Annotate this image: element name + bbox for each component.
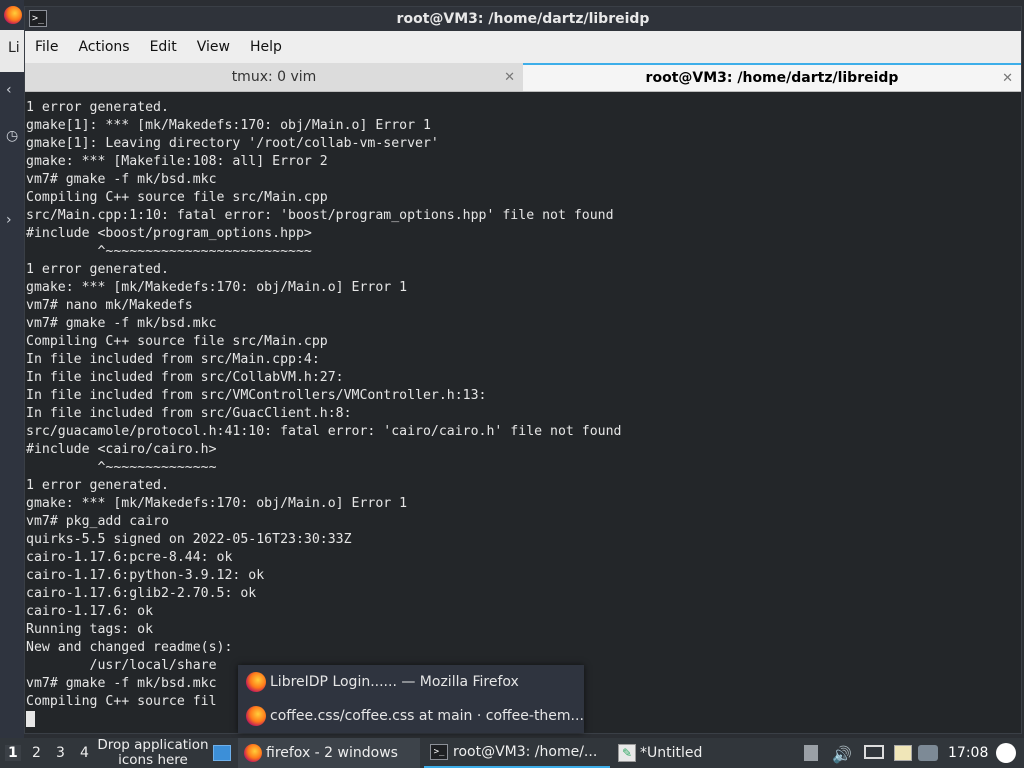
task-untitled-editor[interactable]: ✎ *Untitled — [612, 738, 762, 768]
workspace-4[interactable]: 4 — [80, 745, 89, 761]
firefox-icon — [244, 744, 262, 762]
terminal-line: #include <boost/program_options.hpp> — [26, 226, 312, 241]
clock[interactable]: 17:08 — [948, 745, 988, 761]
terminal-window: >_ root@VM3: /home/dartz/libreidp File A… — [24, 6, 1022, 734]
task-label: root@VM3: /home/... — [453, 744, 598, 760]
terminal-output[interactable]: 1 error generated. gmake[1]: *** [mk/Make… — [25, 97, 1021, 733]
terminal-line: quirks-5.5 signed on 2022-05-16T23:30:33… — [26, 532, 352, 547]
terminal-line: 1 error generated. — [26, 262, 169, 277]
desktop-left-panel: Li ◷ ‹ › — [0, 0, 24, 738]
volume-icon[interactable]: 🔊 — [832, 745, 852, 764]
terminal-line: 1 error generated. — [26, 100, 169, 115]
terminal-line: New and changed readme(s): — [26, 640, 233, 655]
close-icon[interactable]: ✕ — [1002, 65, 1013, 92]
terminal-line: gmake: *** [mk/Makedefs:170: obj/Main.o]… — [26, 496, 408, 511]
chevron-left-icon: ‹ — [6, 82, 12, 98]
window-titlebar[interactable]: >_ root@VM3: /home/dartz/libreidp — [25, 7, 1021, 31]
terminal-line: ^~~~~~~~~~~~~~~~~~~~~~~~~~~ — [26, 244, 312, 259]
notes-icon[interactable] — [894, 745, 912, 761]
terminal-line: vm7# gmake -f mk/bsd.mkc — [26, 172, 217, 187]
menu-view[interactable]: View — [187, 39, 240, 55]
task-label: firefox - 2 windows — [266, 745, 398, 761]
close-icon[interactable]: ✕ — [504, 63, 515, 92]
show-desktop-icon[interactable] — [213, 745, 231, 761]
terminal-line: src/guacamole/protocol.h:41:10: fatal er… — [26, 424, 622, 439]
workspace-1[interactable]: 1 — [5, 745, 21, 761]
menu-file[interactable]: File — [25, 39, 68, 55]
quicklaunch-drop-hint: Drop application icons here — [97, 737, 209, 768]
terminal-line: cairo-1.17.6:glib2-2.70.5: ok — [26, 586, 257, 601]
terminal-line: In file included from src/VMControllers/… — [26, 388, 487, 403]
terminal-line: Compiling C++ source file src/Main.cpp — [26, 334, 328, 349]
menu-edit[interactable]: Edit — [140, 39, 187, 55]
terminal-line: ^~~~~~~~~~~~~~~ — [26, 460, 217, 475]
clipboard-icon[interactable] — [804, 745, 818, 761]
terminal-line: gmake[1]: Leaving directory '/root/colla… — [26, 136, 439, 151]
firefox-icon — [246, 672, 266, 692]
popup-item-libreidp[interactable]: LibreIDP Login...... — Mozilla Firefox — [238, 665, 584, 699]
task-terminal[interactable]: >_ root@VM3: /home/... — [424, 738, 610, 768]
notification-icon[interactable] — [918, 745, 938, 761]
taskbar-window-list-popup: LibreIDP Login...... — Mozilla Firefox c… — [238, 665, 584, 733]
firefox-icon — [246, 706, 266, 726]
terminal-line: 1 error generated. — [26, 478, 169, 493]
workspace-3[interactable]: 3 — [56, 745, 65, 761]
terminal-line: In file included from src/Main.cpp:4: — [26, 352, 320, 367]
terminal-line: vm7# nano mk/Makedefs — [26, 298, 193, 313]
taskbar: 1 2 3 4 Drop application icons here fire… — [0, 738, 1024, 768]
clock-icon: ◷ — [6, 128, 19, 144]
popup-item-label: LibreIDP Login...... — Mozilla Firefox — [270, 674, 519, 690]
terminal-line: gmake: *** [Makefile:108: all] Error 2 — [26, 154, 328, 169]
terminal-line: Compiling C++ source file src/Main.cpp — [26, 190, 328, 205]
background-window-strip[interactable]: Li — [0, 30, 24, 72]
terminal-line: src/Main.cpp:1:10: fatal error: 'boost/p… — [26, 208, 614, 223]
terminal-line: vm7# pkg_add cairo — [26, 514, 169, 529]
terminal-icon: >_ — [430, 744, 448, 760]
terminal-line: cairo-1.17.6: ok — [26, 604, 154, 619]
task-label: *Untitled — [640, 745, 703, 761]
menu-actions[interactable]: Actions — [68, 39, 139, 55]
text-cursor — [26, 711, 35, 727]
terminal-line: Running tags: ok — [26, 622, 154, 637]
task-firefox[interactable]: firefox - 2 windows — [238, 738, 420, 768]
terminal-line: In file included from src/CollabVM.h:27: — [26, 370, 344, 385]
terminal-line: In file included from src/GuacClient.h:8… — [26, 406, 352, 421]
terminal-line: vm7# gmake -f mk/bsd.mkc — [26, 316, 217, 331]
menubar: File Actions Edit View Help — [25, 31, 1021, 63]
firefox-icon[interactable] — [4, 6, 26, 24]
terminal-line: cairo-1.17.6:pcre-8.44: ok — [26, 550, 233, 565]
tab-tmux[interactable]: tmux: 0 vim ✕ — [25, 63, 523, 91]
network-icon[interactable] — [864, 745, 884, 759]
popup-item-coffee-css[interactable]: coffee.css/coffee.css at main · coffee-t… — [238, 699, 584, 733]
window-title: root@VM3: /home/dartz/libreidp — [396, 11, 650, 27]
terminal-line: gmake: *** [mk/Makedefs:170: obj/Main.o]… — [26, 280, 408, 295]
terminal-line: gmake[1]: *** [mk/Makedefs:170: obj/Main… — [26, 118, 431, 133]
workspace-2[interactable]: 2 — [32, 745, 41, 761]
tab-label: root@VM3: /home/dartz/libreidp — [645, 70, 899, 86]
terminal-line: #include <cairo/cairo.h> — [26, 442, 217, 457]
popup-item-label: coffee.css/coffee.css at main · coffee-t… — [270, 708, 584, 724]
text-editor-icon: ✎ — [618, 744, 636, 762]
chevron-right-icon: › — [6, 212, 12, 228]
menu-help[interactable]: Help — [240, 39, 292, 55]
tab-bar: tmux: 0 vim ✕ root@VM3: /home/dartz/libr… — [25, 63, 1021, 92]
tab-root-shell[interactable]: root@VM3: /home/dartz/libreidp ✕ — [523, 63, 1021, 91]
power-icon[interactable] — [996, 743, 1016, 763]
tab-label: tmux: 0 vim — [231, 69, 317, 85]
terminal-line: cairo-1.17.6:python-3.9.12: ok — [26, 568, 265, 583]
